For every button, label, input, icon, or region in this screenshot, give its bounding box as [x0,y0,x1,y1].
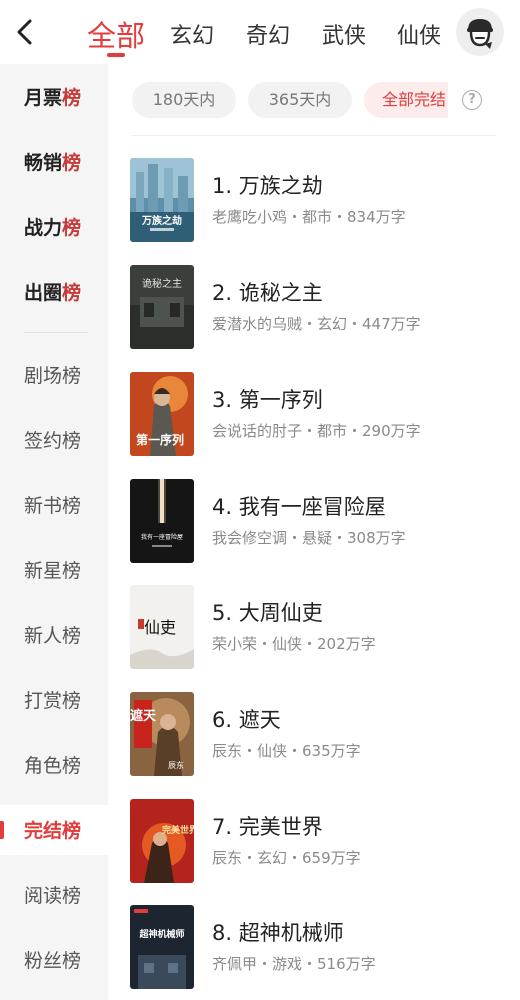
svg-text:诡秘之主: 诡秘之主 [142,277,182,290]
book-meta: 会说话的肘子・都市・290万字 [212,422,421,440]
book-cover: 我有一座冒险屋 [130,479,194,563]
svg-text:我有一座冒险屋: 我有一座冒险屋 [141,533,183,541]
book-title: 6. 遮天 [212,708,281,732]
book-meta: 爱潜水的乌贼・玄幻・447万字 [212,315,421,333]
question-circle-icon[interactable]: ? [462,90,482,110]
sidebar-item-new-stars[interactable]: 新星榜 [0,545,108,595]
sidebar-item-breakout[interactable]: 出圈榜 [0,267,108,317]
top-bar: 全部 玄幻 奇幻 武侠 仙侠 [0,0,520,64]
book-meta: 辰东・仙侠・635万字 [212,742,361,760]
sidebar-item-new-books[interactable]: 新书榜 [0,480,108,530]
book-list-item[interactable]: 遮天 辰东 6. 遮天 辰东・仙侠・635万字 [130,692,510,782]
book-title: 7. 完美世界 [212,815,323,839]
book-list-item[interactable]: 完美世界 7. 完美世界 辰东・玄幻・659万字 [130,799,510,889]
sidebar-item-label: 出圈 [24,282,63,304]
svg-text:万族之劫: 万族之劫 [141,214,182,227]
book-title: 3. 第一序列 [212,388,323,412]
book-list-item[interactable]: 我有一座冒险屋 4. 我有一座冒险屋 我会修空调・悬疑・308万字 [130,479,510,569]
tab-xuanhuan[interactable]: 玄幻 [170,18,214,50]
book-title: 1. 万族之劫 [212,174,323,198]
sidebar-item-bestseller[interactable]: 畅销榜 [0,137,108,187]
filter-chip-all-completed[interactable]: 全部完结 [364,82,448,118]
sidebar-item-label: 畅销 [24,152,63,174]
book-cover: 遮天 辰东 [130,692,194,776]
sidebar-item-power[interactable]: 战力榜 [0,202,108,252]
book-title: 4. 我有一座冒险屋 [212,495,386,519]
chevron-left-icon [17,19,32,45]
sidebar-item-label: 新书榜 [24,495,82,517]
sidebar-item-label: 完结榜 [24,820,82,842]
book-title: 2. 诡秘之主 [212,281,323,305]
svg-text:仙吏: 仙吏 [144,618,176,637]
sidebar-item-newcomers[interactable]: 新人榜 [0,610,108,660]
sidebar-item-label: 粉丝榜 [24,950,82,972]
tab-qihuan[interactable]: 奇幻 [246,18,290,50]
sidebar-item-characters[interactable]: 角色榜 [0,740,108,790]
book-cover: 仙吏 [130,585,194,669]
sidebar-item-label-suffix: 榜 [62,152,82,174]
book-cover: 第一序列 [130,372,194,456]
user-avatar-button[interactable] [456,8,504,56]
book-cover: 万族之劫 [130,158,194,242]
active-tab-indicator [107,53,125,57]
sidebar-item-label: 新星榜 [24,560,82,582]
book-meta: 荣小荣・仙侠・202万字 [212,635,376,653]
sidebar-item-signed[interactable]: 签约榜 [0,415,108,465]
svg-text:第一序列: 第一序列 [136,432,184,447]
sidebar-item-tips[interactable]: 打赏榜 [0,675,108,725]
sidebar-item-label: 角色榜 [24,755,82,777]
sidebar-item-completed[interactable]: 完结榜 [0,805,108,855]
tab-wuxia[interactable]: 武侠 [322,18,366,50]
book-cover: 诡秘之主 [130,265,194,349]
svg-text:辰东: 辰东 [168,760,184,770]
book-cover: 完美世界 [130,799,194,883]
sidebar-item-label: 月票 [24,87,63,109]
filter-chip-clip: 全部完结 [364,82,448,118]
filter-chip-180-days[interactable]: 180天内 [132,82,236,118]
sidebar-item-label: 新人榜 [24,625,82,647]
sidebar-item-monthly-ticket[interactable]: 月票榜 [0,72,108,122]
sidebar-item-label: 剧场榜 [24,365,82,387]
sidebar-item-reading[interactable]: 阅读榜 [0,870,108,920]
sidebar-item-fans[interactable]: 粉丝榜 [0,935,108,985]
active-item-marker [0,821,4,839]
sidebar-item-label-suffix: 榜 [62,217,82,239]
sidebar-item-label-suffix: 榜 [62,87,82,109]
tab-xianxia[interactable]: 仙侠 [397,18,441,50]
book-list-item[interactable]: 仙吏 5. 大周仙吏 荣小荣・仙侠・202万字 [130,585,510,675]
book-title: 8. 超神机械师 [212,921,344,945]
sidebar-item-label: 阅读榜 [24,885,82,907]
sidebar-item-label: 签约榜 [24,430,82,452]
sidebar-item-label-suffix: 榜 [62,282,82,304]
book-list-item[interactable]: 万族之劫 1. 万族之劫 老鹰吃小鸡・都市・834万字 [130,158,510,248]
book-list-item[interactable]: 诡秘之主 2. 诡秘之主 爱潜水的乌贼・玄幻・447万字 [130,265,510,355]
book-list-item[interactable]: 第一序列 3. 第一序列 会说话的肘子・都市・290万字 [130,372,510,462]
book-meta: 老鹰吃小鸡・都市・834万字 [212,208,406,226]
back-button[interactable] [10,14,40,50]
filter-chip-365-days[interactable]: 365天内 [248,82,352,118]
book-meta: 辰东・玄幻・659万字 [212,849,361,867]
book-meta: 我会修空调・悬疑・308万字 [212,529,406,547]
svg-text:遮天: 遮天 [130,708,157,724]
book-cover: 超神机械师 [130,905,194,989]
filter-divider [132,135,496,136]
ranking-sidebar: 月票榜 畅销榜 战力榜 出圈榜 剧场榜 签约榜 新书榜 新星榜 新人榜 打赏榜 … [0,64,108,1000]
book-list-item[interactable]: 超神机械师 8. 超神机械师 齐佩甲・游戏・516万字 [130,905,510,995]
sidebar-item-theater[interactable]: 剧场榜 [0,350,108,400]
tab-all[interactable]: 全部 [87,13,145,55]
book-title: 5. 大周仙吏 [212,601,323,625]
svg-text:完美世界: 完美世界 [162,824,194,836]
sidebar-divider [24,332,88,333]
book-meta: 齐佩甲・游戏・516万字 [212,955,376,973]
sidebar-item-label: 打赏榜 [24,690,82,712]
svg-text:超神机械师: 超神机械师 [138,928,184,940]
sidebar-item-label: 战力 [24,217,63,239]
user-avatar-icon [457,9,503,55]
